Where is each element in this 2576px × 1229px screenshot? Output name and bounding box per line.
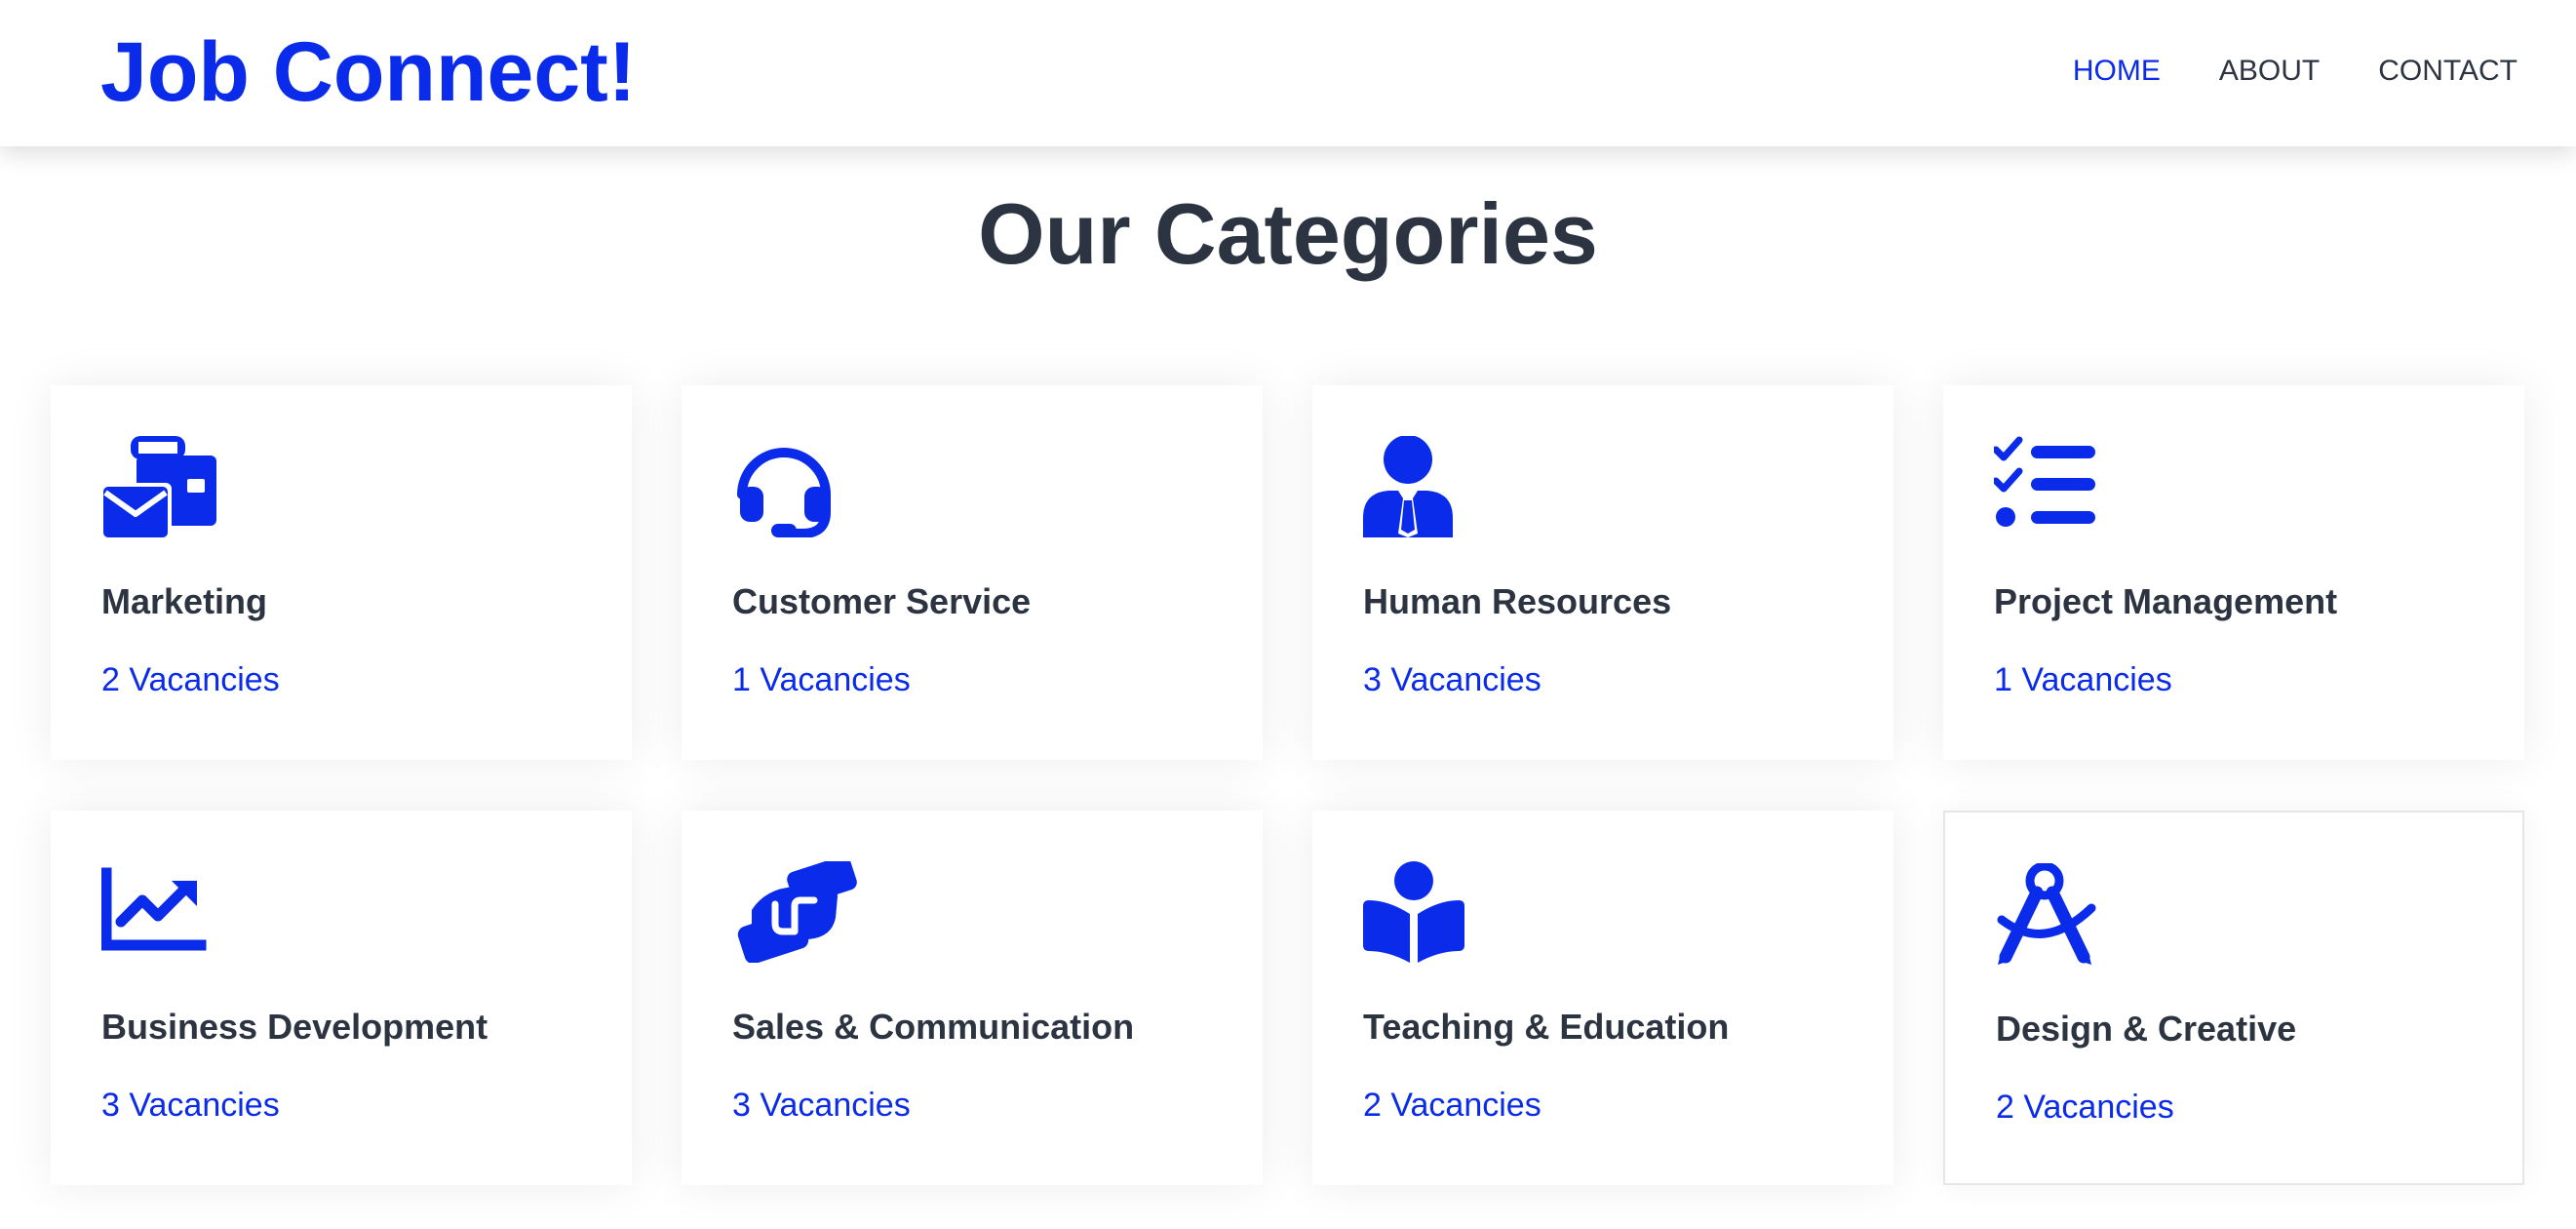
list-check-icon bbox=[1994, 436, 2127, 537]
category-card-human-resources[interactable]: Human Resources 3 Vacancies bbox=[1312, 385, 1893, 760]
category-card-business-development[interactable]: Business Development 3 Vacancies bbox=[51, 811, 632, 1185]
category-title: Human Resources bbox=[1363, 581, 1672, 621]
main-nav: HOME ABOUT CONTACT bbox=[2073, 51, 2517, 92]
category-title: Project Management bbox=[1994, 581, 2338, 621]
vacancies-link[interactable]: 1 Vacancies bbox=[1994, 658, 2172, 701]
category-card-customer-service[interactable]: Customer Service 1 Vacancies bbox=[682, 385, 1263, 760]
user-tie-icon bbox=[1363, 436, 1496, 537]
headset-icon bbox=[732, 436, 865, 537]
nav-link-home[interactable]: HOME bbox=[2073, 51, 2161, 92]
navbar: Job Connect! HOME ABOUT CONTACT bbox=[0, 0, 2576, 146]
handshake-icon bbox=[732, 861, 865, 963]
vacancies-link[interactable]: 2 Vacancies bbox=[1996, 1086, 2174, 1129]
book-reader-icon bbox=[1363, 861, 1496, 963]
category-title: Teaching & Education bbox=[1363, 1007, 1730, 1047]
vacancies-link[interactable]: 3 Vacancies bbox=[1363, 658, 1542, 701]
category-title: Business Development bbox=[101, 1007, 488, 1047]
vacancies-link[interactable]: 2 Vacancies bbox=[101, 658, 280, 701]
vacancies-link[interactable]: 3 Vacancies bbox=[732, 1084, 911, 1127]
chart-line-icon bbox=[101, 861, 234, 963]
category-card-design-creative[interactable]: Design & Creative 2 Vacancies bbox=[1943, 811, 2524, 1185]
category-card-sales-communication[interactable]: Sales & Communication 3 Vacancies bbox=[682, 811, 1263, 1185]
compass-drafting-icon bbox=[1996, 863, 2128, 965]
category-title: Sales & Communication bbox=[732, 1007, 1135, 1047]
section-title: Our Categories bbox=[978, 185, 1598, 282]
category-card-marketing[interactable]: Marketing 2 Vacancies bbox=[51, 385, 632, 760]
category-title: Design & Creative bbox=[1996, 1009, 2297, 1049]
vacancies-link[interactable]: 2 Vacancies bbox=[1363, 1084, 1542, 1127]
envelope-briefcase-icon bbox=[101, 436, 234, 537]
category-card-teaching-education[interactable]: Teaching & Education 2 Vacancies bbox=[1312, 811, 1893, 1185]
category-title: Marketing bbox=[101, 581, 268, 621]
nav-link-contact[interactable]: CONTACT bbox=[2378, 51, 2517, 92]
vacancies-link[interactable]: 3 Vacancies bbox=[101, 1084, 280, 1127]
nav-link-about[interactable]: ABOUT bbox=[2219, 51, 2320, 92]
category-grid: Marketing 2 Vacancies Customer Service 1… bbox=[51, 385, 2524, 1185]
brand-logo[interactable]: Job Connect! bbox=[100, 21, 636, 123]
category-card-project-management[interactable]: Project Management 1 Vacancies bbox=[1943, 385, 2524, 760]
vacancies-link[interactable]: 1 Vacancies bbox=[732, 658, 911, 701]
category-title: Customer Service bbox=[732, 581, 1032, 621]
